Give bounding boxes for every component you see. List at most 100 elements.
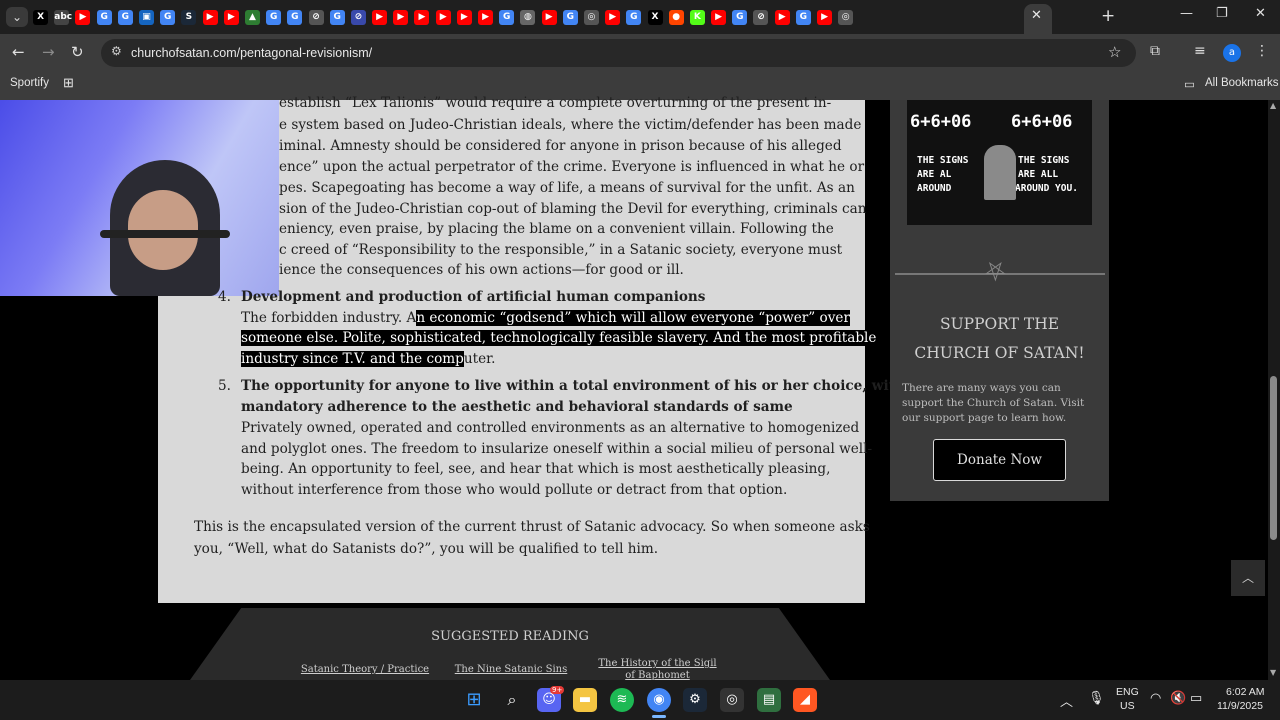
google-tab-icon[interactable]: G (117, 9, 133, 25)
donate-button[interactable]: Donate Now (933, 439, 1066, 481)
closing-paragraph: This is the encapsulated version of the … (194, 519, 870, 535)
youtube-tab-icon[interactable]: ▶ (817, 9, 833, 25)
tab-search-chevron-icon[interactable]: ⌄ (6, 7, 28, 27)
suggested-link[interactable]: The History of the Sigil of Baphomet (595, 658, 720, 682)
minimize-icon[interactable]: — (1180, 6, 1193, 21)
x-tab-icon[interactable]: X (647, 9, 663, 25)
youtube-tab-icon[interactable]: ▶ (435, 9, 451, 25)
reddit-tab-icon[interactable]: ● (668, 9, 684, 25)
sidebar-promo-image[interactable]: 6+6+06 6+6+06 THE SIGNS ARE AL AROUND TH… (907, 100, 1092, 225)
openai-tab-icon[interactable]: ⊘ (753, 9, 769, 25)
scroll-up-icon[interactable]: ▲ (1270, 101, 1276, 110)
youtube-tab-icon[interactable]: ▶ (456, 9, 472, 25)
youtube-tab-icon[interactable]: ▶ (478, 9, 494, 25)
obs-icon[interactable]: ◎ (720, 688, 744, 712)
menu-icon[interactable]: ⋮ (1255, 43, 1269, 59)
google-tab-icon[interactable]: G (562, 9, 578, 25)
bookmark-star-icon[interactable]: ☆ (1108, 43, 1121, 61)
suggested-link[interactable]: Satanic Theory / Practice (300, 664, 430, 675)
promo-number-right: 6+6+06 (1011, 112, 1073, 132)
article-text-line: establish “Lex Talionis” would require a… (279, 95, 832, 111)
youtube-tab-icon[interactable]: ▶ (223, 9, 239, 25)
openai-tab-icon[interactable]: ⊘ (308, 9, 324, 25)
google-tab-icon[interactable]: G (732, 9, 748, 25)
scroll-down-icon[interactable]: ▼ (1270, 668, 1276, 677)
restore-icon[interactable]: ❐ (1216, 6, 1228, 21)
blue-tab-icon[interactable]: ▣ (139, 9, 155, 25)
youtube-tab-icon[interactable]: ▶ (202, 9, 218, 25)
article-text-line: sion of the Judeo-Christian cop-out of b… (279, 201, 867, 217)
extensions-icon[interactable]: ⧉ (1150, 43, 1160, 59)
support-text: There are many ways you can support the … (902, 382, 1085, 424)
battery-icon[interactable]: ▭ (1190, 690, 1202, 706)
volume-muted-icon[interactable]: 🔇 (1170, 690, 1186, 706)
chrome-icon[interactable]: ◉ (647, 688, 671, 712)
chatgpt-tab-icon[interactable]: ◎ (583, 9, 599, 25)
youtube-tab-icon[interactable]: ▶ (711, 9, 727, 25)
list-item-title: The opportunity for anyone to live withi… (241, 378, 905, 394)
article-text-line: c creed of “Responsibility to the respon… (279, 242, 843, 258)
wifi-icon[interactable]: ◠ (1150, 690, 1161, 706)
bookmark-sportify[interactable]: Sportify (10, 77, 49, 89)
google-tab-icon[interactable]: G (266, 9, 282, 25)
support-title: CHURCH OF SATAN! (914, 344, 1085, 362)
media-controls-icon[interactable]: ≡ (1194, 43, 1206, 59)
language-indicator[interactable]: US (1120, 700, 1135, 712)
new-tab-button[interactable]: + (1101, 6, 1115, 26)
scrollbar-thumb[interactable] (1270, 376, 1277, 540)
youtube-tab-icon[interactable]: ▶ (774, 9, 790, 25)
windows-start-icon[interactable]: ⊞ (462, 688, 486, 712)
google-tab-icon[interactable]: G (287, 9, 303, 25)
close-tab-icon[interactable]: ✕ (1031, 8, 1042, 23)
blue-tab-icon[interactable]: ⊘ (350, 9, 366, 25)
forward-icon[interactable]: → (42, 43, 55, 61)
youtube-tab-icon[interactable]: ▶ (414, 9, 430, 25)
globe-tab-icon[interactable]: ◍ (520, 9, 536, 25)
url-text[interactable]: churchofsatan.com/pentagonal-revisionism… (131, 46, 372, 60)
google-tab-icon[interactable]: G (626, 9, 642, 25)
google-tab-icon[interactable]: G (96, 9, 112, 25)
chatgpt-tab-icon[interactable]: ◎ (838, 9, 854, 25)
google-tab-icon[interactable]: G (329, 9, 345, 25)
notification-badge: 9+ (550, 686, 565, 694)
back-icon[interactable]: ← (12, 43, 25, 61)
article-text-line: pes. Scapegoating has become a way of li… (279, 180, 855, 196)
green-tab-icon[interactable]: ▲ (244, 9, 260, 25)
steam-tab-icon[interactable]: S (181, 9, 197, 25)
back-to-top-button[interactable]: ︿ (1231, 560, 1265, 596)
close-window-icon[interactable]: ✕ (1255, 6, 1266, 21)
clock-date[interactable]: 11/9/2025 (1217, 700, 1263, 712)
list-item-title: Development and production of artificial… (241, 289, 706, 305)
google-tab-icon[interactable]: G (795, 9, 811, 25)
kick-tab-icon[interactable]: K (689, 9, 705, 25)
clock-time[interactable]: 6:02 AM (1226, 686, 1265, 698)
app-icon[interactable]: ◢ (793, 688, 817, 712)
profile-avatar[interactable]: a (1223, 44, 1241, 62)
abc-tab-icon[interactable]: abc (54, 9, 72, 25)
list-number: 4. (218, 289, 231, 305)
apps-grid-icon[interactable]: ⊞ (63, 75, 74, 91)
site-info-icon[interactable]: ⚙ (111, 44, 122, 58)
x-tab-icon[interactable]: X (33, 9, 49, 25)
youtube-tab-icon[interactable]: ▶ (372, 9, 388, 25)
language-indicator[interactable]: ENG (1116, 686, 1139, 698)
youtube-tab-icon[interactable]: ▶ (75, 9, 91, 25)
file-explorer-icon[interactable]: ▬ (573, 688, 597, 712)
spotify-icon[interactable]: ≋ (610, 688, 634, 712)
youtube-tab-icon[interactable]: ▶ (393, 9, 409, 25)
google-tab-icon[interactable]: G (499, 9, 515, 25)
steam-icon[interactable]: ⚙ (683, 688, 707, 712)
google-tab-icon[interactable]: G (160, 9, 176, 25)
tray-chevron-icon[interactable]: ︿ (1060, 691, 1073, 710)
search-icon[interactable]: ⌕ (500, 688, 524, 712)
reload-icon[interactable]: ↻ (71, 43, 84, 61)
youtube-tab-icon[interactable]: ▶ (541, 9, 557, 25)
youtube-tab-icon[interactable]: ▶ (605, 9, 621, 25)
promo-number-left: 6+6+06 (910, 112, 972, 132)
sigil-icon: ⛧ (985, 258, 1006, 288)
suggested-link[interactable]: The Nine Satanic Sins (446, 664, 576, 675)
promo-text: THE SIGNS (917, 155, 969, 166)
microphone-icon[interactable]: 🎙 (1088, 690, 1105, 706)
all-bookmarks[interactable]: All Bookmarks (1205, 77, 1279, 89)
app-icon[interactable]: ▤ (757, 688, 781, 712)
